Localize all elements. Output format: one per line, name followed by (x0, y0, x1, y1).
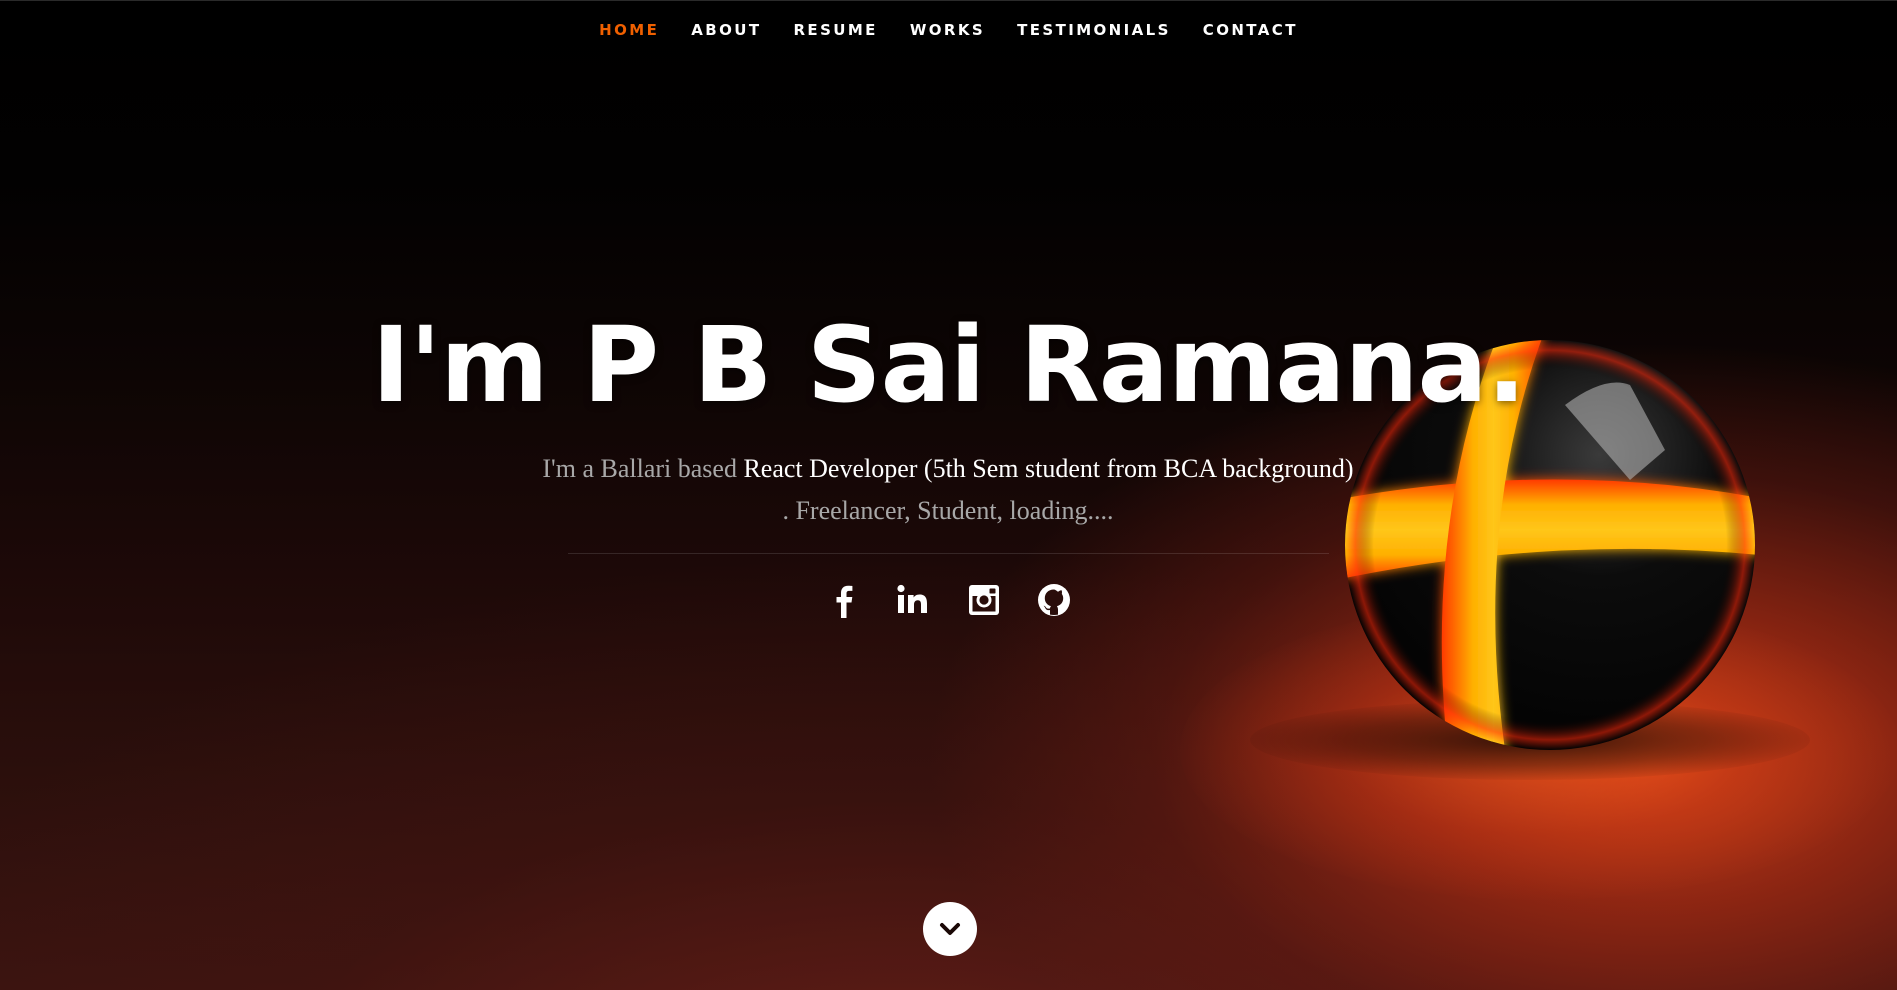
nav-testimonials[interactable]: TESTIMONIALS (1001, 18, 1187, 42)
github-link[interactable] (1036, 580, 1072, 620)
facebook-link[interactable] (826, 580, 862, 620)
hero-divider (568, 553, 1329, 554)
linkedin-icon (896, 584, 927, 613)
nav-works[interactable]: WORKS (894, 18, 1001, 42)
nav-contact[interactable]: CONTACT (1187, 18, 1314, 42)
subtitle-highlight: React Developer (5th Sem student from BC… (743, 454, 1354, 483)
github-icon (1037, 584, 1070, 616)
hero-subtitle: I'm a Ballari based React Developer (5th… (448, 448, 1448, 532)
instagram-link[interactable] (966, 580, 1002, 620)
nav-resume[interactable]: RESUME (777, 18, 893, 42)
linkedin-link[interactable] (896, 580, 932, 620)
top-border (0, 0, 1897, 1)
subtitle-prefix: I'm a Ballari based (542, 454, 744, 483)
instagram-icon (968, 585, 999, 615)
facebook-icon (836, 585, 852, 618)
main-nav: HOME ABOUT RESUME WORKS TESTIMONIALS CON… (0, 18, 1897, 42)
social-links (0, 580, 1897, 620)
nav-home[interactable]: HOME (583, 18, 675, 42)
nav-about[interactable]: ABOUT (675, 18, 777, 42)
hero-title: I'm P B Sai Ramana. (371, 304, 1527, 426)
chevron-down-icon (940, 923, 960, 935)
scroll-down-button[interactable] (923, 902, 977, 956)
hero-page: HOME ABOUT RESUME WORKS TESTIMONIALS CON… (0, 0, 1897, 990)
subtitle-suffix: . Freelancer, Student, loading.... (782, 496, 1114, 525)
